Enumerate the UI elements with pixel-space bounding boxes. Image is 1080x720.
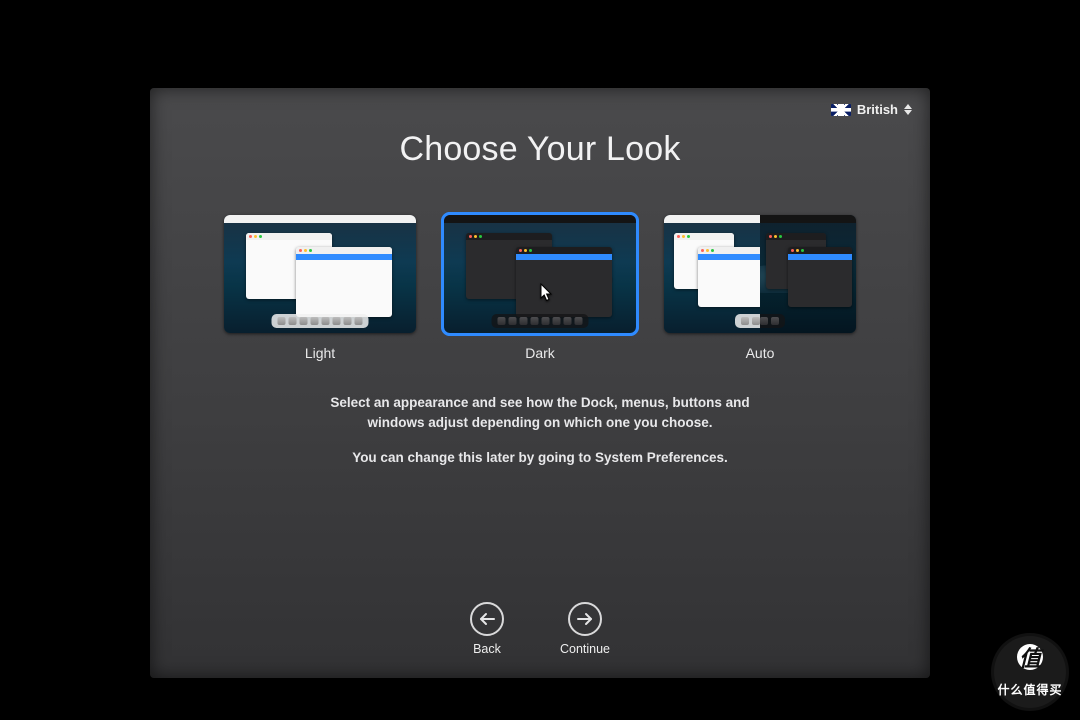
back-button[interactable]: Back (470, 602, 504, 656)
updown-chevron-icon (904, 104, 912, 115)
back-label: Back (473, 642, 501, 656)
option-label-auto: Auto (664, 345, 856, 361)
smzdm-badge-icon: 值 (1017, 644, 1043, 670)
appearance-option-dark[interactable]: Dark (444, 215, 636, 361)
option-label-light: Light (224, 345, 416, 361)
uk-flag-icon (831, 104, 851, 116)
continue-label: Continue (560, 642, 610, 656)
screen: British Choose Your Look Light (0, 0, 1080, 720)
setup-panel: British Choose Your Look Light (150, 88, 930, 678)
description-line2: You can change this later by going to Sy… (305, 448, 775, 468)
description-line1: Select an appearance and see how the Doc… (305, 393, 775, 432)
arrow-left-icon (470, 602, 504, 636)
option-label-dark: Dark (444, 345, 636, 361)
auto-thumbnail (664, 215, 856, 333)
continue-button[interactable]: Continue (560, 602, 610, 656)
appearance-options: Light Dark (150, 215, 930, 361)
smzdm-text: 什么值得买 (997, 681, 1062, 698)
language-selector[interactable]: British (831, 102, 912, 117)
language-label: British (857, 102, 898, 117)
dark-thumbnail (444, 215, 636, 333)
arrow-right-icon (568, 602, 602, 636)
cursor-icon (540, 283, 554, 308)
smzdm-watermark: 值 什么值得买 (994, 636, 1066, 708)
nav-buttons: Back Continue (150, 602, 930, 656)
description: Select an appearance and see how the Doc… (305, 393, 775, 468)
appearance-option-auto[interactable]: Auto (664, 215, 856, 361)
light-thumbnail (224, 215, 416, 333)
page-title: Choose Your Look (150, 130, 930, 169)
appearance-option-light[interactable]: Light (224, 215, 416, 361)
